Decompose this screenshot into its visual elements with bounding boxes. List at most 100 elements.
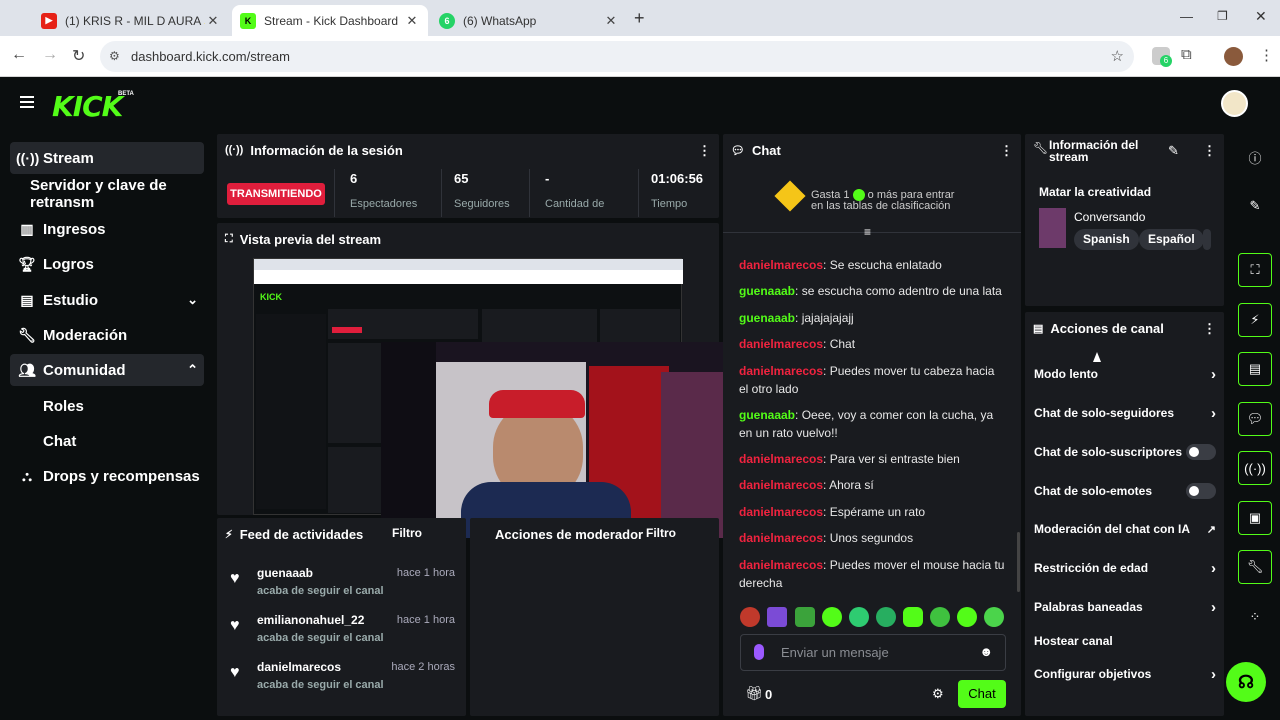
chat-bubble-icon[interactable]: 💬︎	[1238, 402, 1272, 436]
sidebar-item-comunidad[interactable]: 👥︎ Comunidad ⌃	[10, 354, 204, 386]
gift-icon[interactable]: 🎁︎	[745, 685, 763, 702]
sidebar-item-stream[interactable]: ((·)) Stream	[10, 142, 204, 174]
sidebar-item-moderacion[interactable]: 🔧︎ Moderación	[10, 319, 204, 351]
preview-toggle-icon[interactable]: ⛶	[1238, 253, 1272, 287]
emote-icon[interactable]	[957, 607, 977, 627]
forward-icon[interactable]: →	[42, 46, 58, 64]
broadcast-icon[interactable]: ((·))	[1238, 451, 1272, 485]
document-icon[interactable]: ▤	[1238, 352, 1272, 386]
chat-username[interactable]: danielmarecos	[739, 337, 823, 351]
new-tab-icon[interactable]: +	[634, 8, 645, 29]
close-tab-icon[interactable]: ✕	[404, 13, 420, 29]
menu-icon[interactable]: ⋮	[1259, 46, 1274, 64]
bookmark-star-icon[interactable]: ☆	[1111, 41, 1124, 72]
action-followers-only[interactable]: Chat de solo-seguidores ›	[1034, 403, 1216, 423]
feed-username[interactable]: emilianonahuel_22	[257, 613, 364, 627]
wrench-icon[interactable]: 🔧︎	[1238, 550, 1272, 584]
send-chat-button[interactable]: Chat	[958, 680, 1006, 708]
extension-icon[interactable]: 6	[1152, 47, 1172, 67]
reload-icon[interactable]: ↻	[72, 46, 85, 66]
sidebar-item-ingresos[interactable]: ▥ Ingresos	[10, 213, 204, 245]
chat-colon: :	[795, 311, 802, 325]
action-host-channel[interactable]: Hostear canal	[1034, 631, 1216, 651]
apps-icon[interactable]: ⁘	[1238, 600, 1272, 634]
category-thumbnail	[1039, 208, 1066, 248]
close-tab-icon[interactable]: ✕	[205, 13, 221, 29]
action-slow-mode[interactable]: Modo lento ›	[1034, 364, 1216, 384]
microphone-icon[interactable]	[754, 644, 764, 660]
chat-username[interactable]: guenaaab	[739, 408, 795, 422]
chat-username[interactable]: danielmarecos	[739, 258, 823, 272]
restore-icon[interactable]: ❐	[1217, 9, 1228, 23]
chat-input[interactable]: Enviar un mensaje ☻	[740, 634, 1006, 671]
chat-header: 💬︎ Chat	[731, 134, 781, 166]
address-bar[interactable]: ⚙ dashboard.kick.com/stream ☆	[100, 41, 1134, 72]
more-options-icon[interactable]: ⋮	[698, 143, 711, 159]
settings-gear-icon[interactable]: ⚙	[932, 686, 944, 702]
kick-logo[interactable]: KICK	[52, 90, 123, 123]
action-goals[interactable]: Configurar objetivos ›	[1034, 664, 1216, 684]
chat-username[interactable]: danielmarecos	[739, 558, 823, 572]
feed-username[interactable]: guenaaab	[257, 566, 313, 580]
chat-username[interactable]: guenaaab	[739, 284, 795, 298]
pinned-toggle-icon[interactable]: ≡	[864, 225, 871, 239]
pencil-icon[interactable]: ✎	[1238, 189, 1272, 223]
chat-username[interactable]: danielmarecos	[739, 364, 823, 378]
emote-icon[interactable]	[984, 607, 1004, 627]
chat-username[interactable]: danielmarecos	[739, 531, 823, 545]
more-options-icon[interactable]: ⋮	[1000, 143, 1013, 159]
back-icon[interactable]: ←	[11, 46, 27, 64]
browser-tab-youtube[interactable]: ▶ (1) KRIS R - MIL D AURA 💫 (Vi ✕	[33, 5, 229, 36]
sidebar-item-logros[interactable]: 🏆︎ Logros	[10, 248, 204, 280]
edit-pencil-icon[interactable]: ✎	[1168, 143, 1179, 159]
chat-username[interactable]: danielmarecos	[739, 505, 823, 519]
emote-icon[interactable]	[930, 607, 950, 627]
support-headset-icon[interactable]: ☊	[1226, 662, 1266, 702]
mouse-cursor	[1093, 352, 1101, 362]
chevron-down-icon: ⌄	[187, 292, 198, 307]
subscribers-only-toggle[interactable]	[1186, 444, 1216, 460]
sidebar-item-estudio[interactable]: ▤ Estudio ⌄	[10, 284, 204, 316]
emote-icon[interactable]	[876, 607, 896, 627]
site-info-icon[interactable]: ⚙	[109, 41, 120, 72]
action-age-restriction[interactable]: Restricción de edad ›	[1034, 558, 1216, 578]
close-tab-icon[interactable]: ✕	[603, 13, 619, 29]
hamburger-menu-icon[interactable]	[20, 96, 34, 108]
more-options-icon[interactable]: ⋮	[1203, 143, 1216, 159]
lightning-icon[interactable]: ⚡︎	[1238, 303, 1272, 337]
emoji-picker-icon[interactable]: ☻	[979, 644, 993, 659]
emote-icon[interactable]	[903, 607, 923, 627]
sidebar-item-chat[interactable]: Chat	[43, 425, 203, 457]
close-window-icon[interactable]: ✕	[1255, 8, 1267, 25]
browser-tab-kick[interactable]: K Stream - Kick Dashboard ✕	[232, 5, 428, 36]
sidebar-item-roles[interactable]: Roles	[43, 390, 203, 422]
action-banned-words[interactable]: Palabras baneadas ›	[1034, 597, 1216, 617]
mod-filter-button[interactable]: Filtro	[646, 526, 676, 540]
emote-icon[interactable]	[767, 607, 787, 627]
user-avatar[interactable]	[1221, 90, 1248, 117]
profile-avatar[interactable]	[1224, 47, 1243, 66]
sidebar-item-server-key[interactable]: Servidor y clave de retransm	[30, 177, 216, 211]
emote-icon[interactable]	[795, 607, 815, 627]
feed-filter-button[interactable]: Filtro	[392, 526, 422, 540]
more-options-icon[interactable]: ⋮	[1203, 321, 1216, 337]
action-subscribers-only[interactable]: Chat de solo-suscriptores	[1034, 442, 1216, 462]
puzzle-icon[interactable]: ⧉	[1181, 46, 1192, 63]
chat-username[interactable]: danielmarecos	[739, 478, 823, 492]
minimize-icon[interactable]: —	[1180, 9, 1193, 24]
sidebar-item-drops[interactable]: ⛬ Drops y recompensas	[10, 460, 204, 492]
chat-username[interactable]: danielmarecos	[739, 452, 823, 466]
channel-icon[interactable]: ▣	[1238, 501, 1272, 535]
feed-username[interactable]: danielmarecos	[257, 660, 341, 674]
emotes-only-toggle[interactable]	[1186, 483, 1216, 499]
emote-icon[interactable]	[740, 607, 760, 627]
emote-icon[interactable]	[822, 607, 842, 627]
action-ai-moderation[interactable]: Moderación del chat con IA ↗	[1034, 519, 1216, 539]
browser-tab-whatsapp[interactable]: 6 (6) WhatsApp ✕	[431, 5, 627, 36]
wrench-icon: 🔧︎	[1033, 141, 1049, 155]
chat-scrollbar[interactable]	[1017, 532, 1020, 592]
chat-username[interactable]: guenaaab	[739, 311, 795, 325]
info-icon[interactable]: ⓘ	[1238, 140, 1272, 174]
emote-icon[interactable]	[849, 607, 869, 627]
action-emotes-only[interactable]: Chat de solo-emotes	[1034, 481, 1216, 501]
